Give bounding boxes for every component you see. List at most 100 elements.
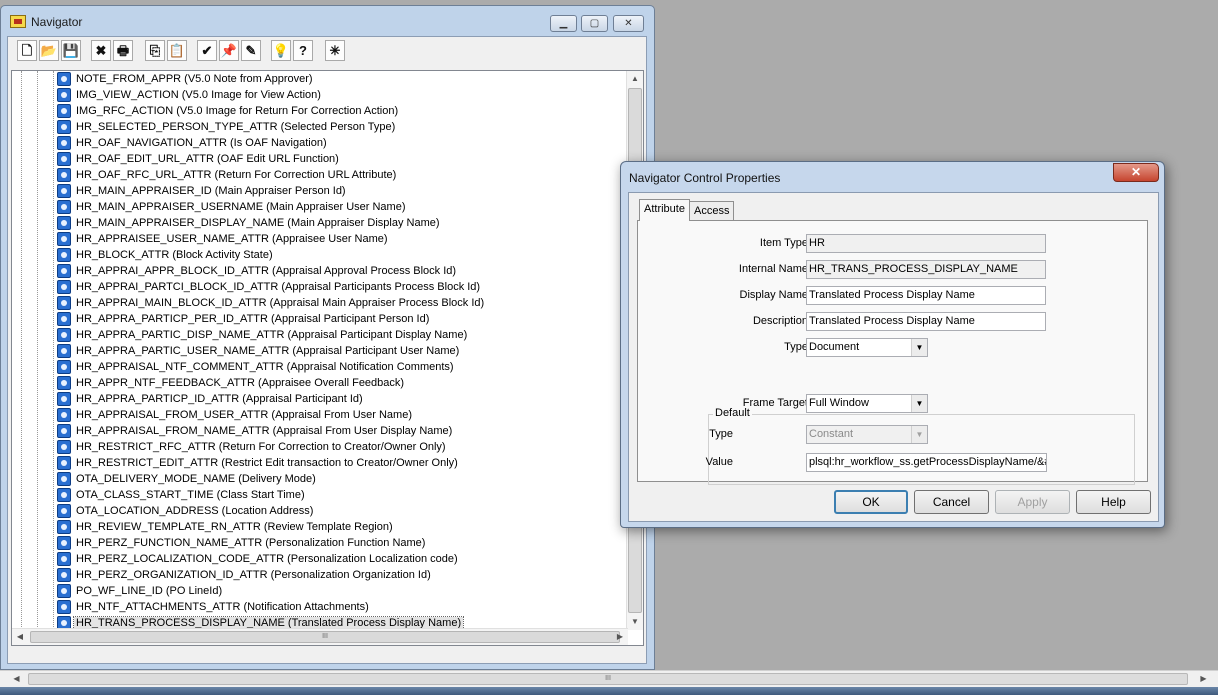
tree-item[interactable]: HR_PERZ_FUNCTION_NAME_ATTR (Personalizat… (52, 535, 632, 551)
workspace-scroll-thumb[interactable]: III (28, 673, 1188, 685)
new-item-button[interactable]: ✳ (325, 40, 345, 61)
close-button[interactable]: ✕ (613, 15, 644, 32)
tree-item[interactable]: HR_RESTRICT_EDIT_ATTR (Restrict Edit tra… (52, 455, 632, 471)
scroll-right-arrow-icon[interactable]: ▶ (612, 629, 628, 645)
chevron-down-icon[interactable]: ▼ (911, 339, 927, 356)
tree-item[interactable]: HR_APPRA_PARTIC_USER_NAME_ATTR (Appraisa… (52, 343, 632, 359)
tree-item[interactable]: IMG_VIEW_ACTION (V5.0 Image for View Act… (52, 87, 632, 103)
scroll-right-arrow-icon[interactable]: ▶ (1195, 671, 1212, 687)
attribute-icon (57, 552, 71, 566)
open-button[interactable]: 📂 (39, 40, 59, 61)
horizontal-scroll-thumb[interactable]: III (30, 631, 620, 643)
help-button[interactable]: Help (1076, 490, 1151, 514)
tree-item[interactable]: HR_OAF_EDIT_URL_ATTR (OAF Edit URL Funct… (52, 151, 632, 167)
tree-item[interactable]: HR_APPRAISEE_USER_NAME_ATTR (Appraisee U… (52, 231, 632, 247)
pin-button[interactable]: 📌 (219, 40, 239, 61)
help-button[interactable]: ? (293, 40, 313, 61)
new-item-icon: ✳ (329, 43, 341, 58)
tree-item[interactable]: HR_APPRAI_APPR_BLOCK_ID_ATTR (Appraisal … (52, 263, 632, 279)
tree-item[interactable]: HR_MAIN_APPRAISER_USERNAME (Main Apprais… (52, 199, 632, 215)
scroll-up-arrow-icon[interactable]: ▲ (627, 71, 643, 87)
edit-button[interactable]: ✎ (241, 40, 261, 61)
attribute-icon (57, 568, 71, 582)
attribute-icon (57, 104, 71, 118)
tree-item[interactable]: NOTE_FROM_APPR (V5.0 Note from Approver) (52, 71, 632, 87)
tree-item[interactable]: PO_WF_LINE_ID (PO LineId) (52, 583, 632, 599)
frame-target-select[interactable]: Full Window ▼ (806, 394, 928, 413)
scroll-left-arrow-icon[interactable]: ◀ (8, 671, 25, 687)
tree-item[interactable]: HR_BLOCK_ATTR (Block Activity State) (52, 247, 632, 263)
tree-item-label: HR_APPRA_PARTICP_ID_ATTR (Appraisal Part… (76, 393, 363, 405)
tree-item[interactable]: HR_APPRAI_MAIN_BLOCK_ID_ATTR (Appraisal … (52, 295, 632, 311)
description-field[interactable]: Translated Process Display Name (806, 312, 1046, 331)
cancel-button[interactable]: Cancel (914, 490, 989, 514)
display-name-field[interactable]: Translated Process Display Name (806, 286, 1046, 305)
new-button[interactable]: 🗋 (17, 40, 37, 61)
tree-item-label: OTA_DELIVERY_MODE_NAME (Delivery Mode) (76, 473, 316, 485)
tree-item[interactable]: HR_MAIN_APPRAISER_ID (Main Appraiser Per… (52, 183, 632, 199)
paste-button[interactable]: 📋 (167, 40, 187, 61)
verify-button[interactable]: ✔ (197, 40, 217, 61)
tree-item[interactable]: HR_APPRAI_PARTCI_BLOCK_ID_ATTR (Appraisa… (52, 279, 632, 295)
tree-item[interactable]: HR_APPRAISAL_FROM_USER_ATTR (Appraisal F… (52, 407, 632, 423)
tree-item[interactable]: HR_APPRA_PARTICP_PER_ID_ATTR (Appraisal … (52, 311, 632, 327)
default-value-field[interactable]: plsql:hr_workflow_ss.getProcessDisplayNa… (806, 453, 1047, 472)
attribute-icon (57, 264, 71, 278)
tree-item[interactable]: OTA_CLASS_START_TIME (Class Start Time) (52, 487, 632, 503)
chevron-down-icon[interactable]: ▼ (911, 395, 927, 412)
tree-item[interactable]: HR_NTF_ATTACHMENTS_ATTR (Notification At… (52, 599, 632, 615)
tree-item[interactable]: OTA_DELIVERY_MODE_NAME (Delivery Mode) (52, 471, 632, 487)
tree-item[interactable]: HR_RESTRICT_RFC_ATTR (Return For Correct… (52, 439, 632, 455)
maximize-icon: ▢ (589, 18, 600, 29)
item-type-field[interactable]: HR (806, 234, 1046, 253)
save-icon: 💾 (62, 43, 80, 58)
tree-item-label: HR_RESTRICT_EDIT_ATTR (Restrict Edit tra… (76, 457, 458, 469)
tree-item[interactable]: HR_PERZ_ORGANIZATION_ID_ATTR (Personaliz… (52, 567, 632, 583)
workspace-horizontal-scrollbar[interactable]: ◀ III ▶ (0, 670, 1218, 687)
tree-item-label: HR_PERZ_ORGANIZATION_ID_ATTR (Personaliz… (76, 569, 431, 581)
internal-name-field[interactable]: HR_TRANS_PROCESS_DISPLAY_NAME (806, 260, 1046, 279)
tree-item[interactable]: HR_APPR_NTF_FEEDBACK_ATTR (Appraisee Ove… (52, 375, 632, 391)
scroll-left-arrow-icon[interactable]: ◀ (12, 629, 28, 645)
hint-button[interactable]: 💡 (271, 40, 291, 61)
tree-item[interactable]: HR_OAF_NAVIGATION_ATTR (Is OAF Navigatio… (52, 135, 632, 151)
copy-button[interactable]: ⎘ (145, 40, 165, 61)
tree-item-label: HR_REVIEW_TEMPLATE_RN_ATTR (Review Templ… (76, 521, 393, 533)
tree-item[interactable]: HR_MAIN_APPRAISER_DISPLAY_NAME (Main App… (52, 215, 632, 231)
save-button[interactable]: 💾 (61, 40, 81, 61)
tree-item-label: OTA_CLASS_START_TIME (Class Start Time) (76, 489, 305, 501)
attribute-icon (57, 488, 71, 502)
toolbar: 🗋 📂 💾 ✖ 🖶 ⎘ 📋 ✔ 📌 ✎ 💡? ✳ (8, 37, 646, 68)
scroll-down-arrow-icon[interactable]: ▼ (627, 614, 643, 630)
tree-horizontal-scrollbar[interactable]: ◀ III ▶ (12, 628, 628, 645)
type-select[interactable]: Document ▼ (806, 338, 928, 357)
tab-access[interactable]: Access (689, 201, 735, 221)
tree-item[interactable]: HR_SELECTED_PERSON_TYPE_ATTR (Selected P… (52, 119, 632, 135)
delete-button[interactable]: ✖ (91, 40, 111, 61)
tree-item[interactable]: HR_PERZ_LOCALIZATION_CODE_ATTR (Personal… (52, 551, 632, 567)
minimize-button[interactable]: ▁ (550, 15, 577, 32)
tree-item[interactable]: HR_APPRAISAL_FROM_NAME_ATTR (Appraisal F… (52, 423, 632, 439)
tree-item-label: IMG_VIEW_ACTION (V5.0 Image for View Act… (76, 89, 321, 101)
navigator-app-icon (10, 15, 26, 28)
tree-item[interactable]: HR_APPRA_PARTIC_DISP_NAME_ATTR (Appraisa… (52, 327, 632, 343)
dialog-close-button[interactable]: ✕ (1113, 163, 1159, 182)
print-button[interactable]: 🖶 (113, 40, 133, 61)
navigator-titlebar[interactable]: Navigator ▁ ▢ ✕ (1, 6, 654, 36)
hint-icon: 💡 (272, 43, 290, 58)
maximize-button[interactable]: ▢ (581, 15, 608, 32)
tree-list: NOTE_FROM_APPR (V5.0 Note from Approver)… (52, 71, 632, 645)
tab-attribute[interactable]: Attribute (639, 199, 690, 221)
tree-item[interactable]: HR_REVIEW_TEMPLATE_RN_ATTR (Review Templ… (52, 519, 632, 535)
tree-item-label: HR_MAIN_APPRAISER_USERNAME (Main Apprais… (76, 201, 406, 213)
ok-button[interactable]: OK (834, 490, 908, 514)
tree-item[interactable]: IMG_RFC_ACTION (V5.0 Image for Return Fo… (52, 103, 632, 119)
tree-item[interactable]: HR_OAF_RFC_URL_ATTR (Return For Correcti… (52, 167, 632, 183)
tree-item[interactable]: HR_APPRA_PARTICP_ID_ATTR (Appraisal Part… (52, 391, 632, 407)
tree-item[interactable]: HR_APPRAISAL_NTF_COMMENT_ATTR (Appraisal… (52, 359, 632, 375)
tree-item[interactable]: OTA_LOCATION_ADDRESS (Location Address) (52, 503, 632, 519)
tree-item-label: HR_OAF_NAVIGATION_ATTR (Is OAF Navigatio… (76, 137, 327, 149)
tree-item-label: PO_WF_LINE_ID (PO LineId) (76, 585, 223, 597)
attribute-icon (57, 328, 71, 342)
attribute-icon (57, 216, 71, 230)
